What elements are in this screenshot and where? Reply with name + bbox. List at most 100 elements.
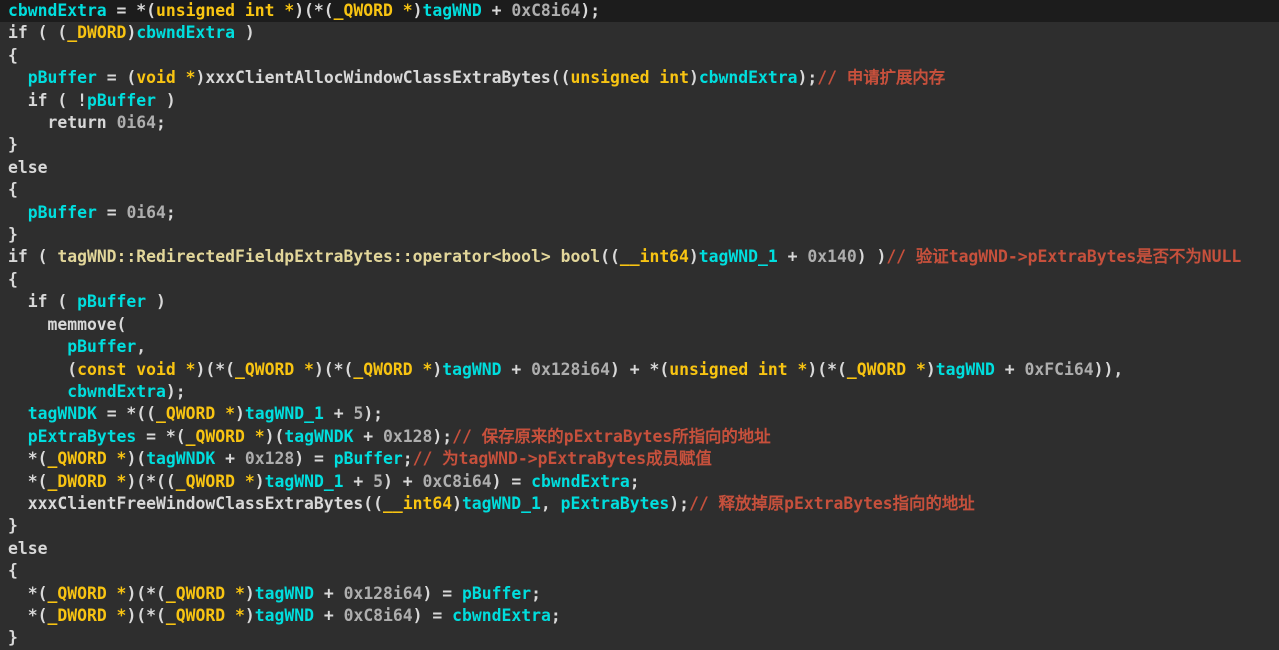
code-token-kw[interactable]: _QWORD * [235,360,314,379]
code-token-kw[interactable]: __int64 [383,494,452,513]
code-token-var[interactable]: tagWNDK [28,404,97,423]
code-token-num[interactable]: 0i64 [117,113,156,132]
code-token-txt[interactable]: = *( [107,1,156,20]
code-token-kw[interactable]: unsigned int * [669,360,807,379]
code-line-current[interactable]: cbwndExtra = *(unsigned int *)(*(_QWORD … [0,0,1279,23]
code-token-txt[interactable]: ); [580,1,600,20]
code-token-txt[interactable]: ; [403,449,413,468]
code-line[interactable]: pExtraBytes = *(_QWORD *)(tagWNDK + 0x12… [0,426,1279,448]
code-token-com[interactable]: // 申请扩展内存 [817,68,945,87]
code-token-txt[interactable]: ) [245,584,255,603]
code-token-txt[interactable]: ); [669,494,689,513]
code-token-kw[interactable]: void * [136,68,195,87]
code-line[interactable]: { [0,45,1279,67]
code-token-kw[interactable]: _QWORD * [176,472,255,491]
code-line[interactable]: xxxClientFreeWindowClassExtraBytes((__in… [0,493,1279,515]
code-token-txt[interactable] [8,337,67,356]
code-token-kw[interactable]: _QWORD * [334,1,413,20]
code-token-txt[interactable]: } [8,225,18,244]
code-token-var[interactable]: tagWND [255,584,314,603]
code-token-kw[interactable]: _QWORD * [166,584,245,603]
code-token-txt[interactable]: ) [146,292,166,311]
code-token-txt[interactable]: ) [235,23,255,42]
code-token-txt[interactable]: { [8,561,18,580]
code-token-txt[interactable]: { [8,46,18,65]
code-token-var[interactable]: tagWND_1 [699,247,778,266]
code-token-var[interactable]: pBuffer [28,68,97,87]
code-token-txt[interactable]: )( [265,427,285,446]
code-token-kw[interactable]: const void * [77,360,195,379]
code-token-txt[interactable]: ); [798,68,818,87]
code-line[interactable]: pBuffer, [0,336,1279,358]
code-token-txt[interactable]: ; [630,472,640,491]
code-token-com[interactable]: // 为tagWND->pExtraBytes成员赋值 [413,449,712,468]
code-token-txt[interactable]: if ( [8,247,57,266]
code-token-com[interactable]: // 验证tagWND->pExtraBytes是否不为NULL [886,247,1241,266]
code-token-kw[interactable]: __int64 [620,247,689,266]
code-token-num[interactable]: 0i64 [126,203,165,222]
code-token-com[interactable]: // 保存原来的pExtraBytes所指向的地址 [452,427,770,446]
code-line[interactable]: } [0,134,1279,156]
code-token-txt[interactable]: ; [166,203,176,222]
code-token-kw[interactable]: _QWORD * [156,404,235,423]
code-token-txt[interactable]: ); [363,404,383,423]
code-token-txt[interactable]: + [324,404,354,423]
code-token-txt[interactable]: ) [235,404,245,423]
code-token-txt[interactable]: ) [926,360,936,379]
code-token-kw[interactable]: _QWORD * [353,360,432,379]
code-line[interactable]: (const void *)(*(_QWORD *)(*(_QWORD *)ta… [0,359,1279,381]
code-token-var[interactable]: pBuffer [334,449,403,468]
code-token-var[interactable]: tagWND [442,360,501,379]
code-token-txt[interactable]: , [541,494,561,513]
code-token-num[interactable]: 5 [353,404,363,423]
code-token-txt[interactable]: )(*( [807,360,846,379]
code-token-txt[interactable]: ) ) [857,247,887,266]
code-line[interactable]: if ( !pBuffer ) [0,90,1279,112]
code-token-txt[interactable]: if ( [8,292,77,311]
code-token-txt[interactable]: + [995,360,1025,379]
code-line[interactable]: { [0,560,1279,582]
code-token-com[interactable]: // 释放掉原pExtraBytes指向的地址 [689,494,975,513]
code-token-var[interactable]: cbwndExtra [8,1,107,20]
code-line[interactable]: } [0,627,1279,649]
code-token-num[interactable]: 0x128i64 [531,360,610,379]
code-token-num[interactable]: 5 [373,472,383,491]
code-token-txt[interactable]: )(*( [314,360,353,379]
code-token-var[interactable]: pBuffer [77,292,146,311]
code-token-txt[interactable]: ( [8,360,77,379]
code-token-var[interactable]: cbwndExtra [531,472,630,491]
code-token-txt[interactable]: ) [156,91,176,110]
code-line[interactable]: cbwndExtra); [0,381,1279,403]
code-token-txt[interactable]: ) [689,247,699,266]
code-token-num[interactable]: 0x128 [383,427,432,446]
code-token-txt[interactable]: ) [432,360,442,379]
code-token-txt[interactable]: ) = [492,472,531,491]
code-token-var[interactable]: tagWND_1 [265,472,344,491]
code-token-txt[interactable]: )( [126,449,146,468]
code-token-var[interactable]: tagWND [423,1,482,20]
code-token-txt[interactable]: ); [432,427,452,446]
code-token-num[interactable]: 0xFCi64 [1025,360,1094,379]
code-token-txt[interactable]: xxxClientFreeWindowClassExtraBytes(( [8,494,383,513]
code-token-txt[interactable] [8,203,28,222]
code-token-var[interactable]: cbwndExtra [136,23,235,42]
code-token-txt[interactable]: *( [8,606,48,625]
code-token-num[interactable]: 0xC8i64 [344,606,413,625]
code-token-txt[interactable]: ) + [383,472,422,491]
code-token-txt[interactable]: + [344,472,374,491]
code-token-txt[interactable]: )(*( [196,360,235,379]
code-token-txt[interactable] [8,404,28,423]
code-token-txt[interactable]: { [8,180,18,199]
code-token-txt[interactable]: ) + *( [610,360,669,379]
code-token-txt[interactable]: = *( [136,427,185,446]
code-token-txt[interactable]: memmove( [8,315,126,334]
code-token-txt[interactable]: = ( [97,68,137,87]
code-token-num[interactable]: 0x128i64 [344,584,423,603]
code-token-num[interactable]: 0x140 [807,247,856,266]
code-line[interactable]: if ( (_DWORD)cbwndExtra ) [0,22,1279,44]
code-token-var[interactable]: cbwndExtra [699,68,798,87]
code-token-txt[interactable]: } [8,135,18,154]
code-token-var[interactable]: pExtraBytes [561,494,670,513]
code-token-kw[interactable]: _QWORD * [47,449,126,468]
code-line[interactable]: } [0,224,1279,246]
